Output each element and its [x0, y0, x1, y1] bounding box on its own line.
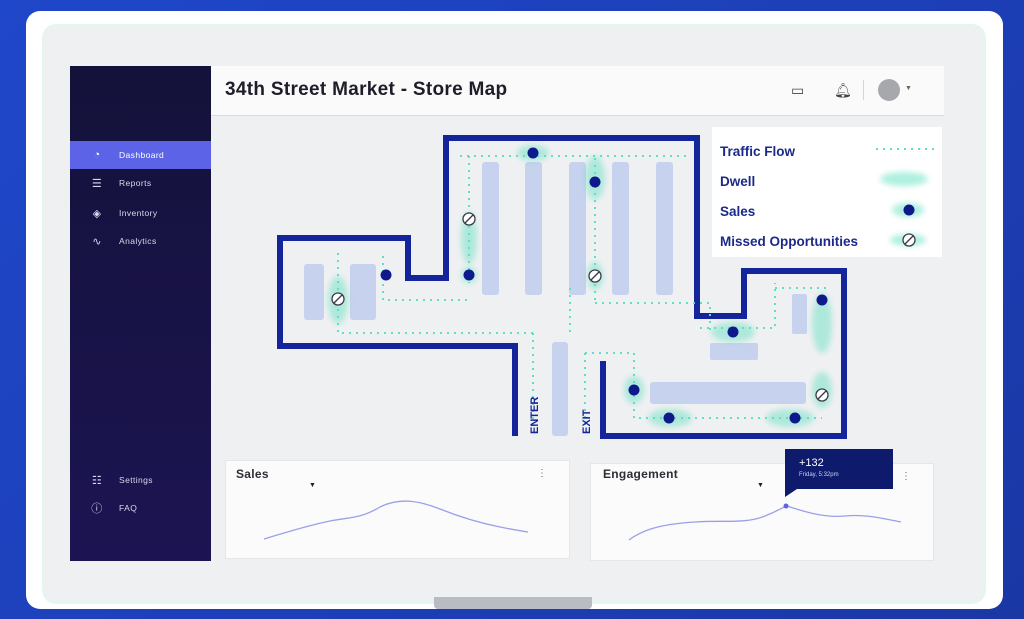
engagement-highlight-point — [783, 503, 789, 509]
chevron-down-icon[interactable]: ▼ — [757, 482, 764, 489]
page-title: 34th Street Market - Store Map — [225, 79, 508, 100]
tooltip-tail — [785, 489, 797, 497]
sidebar-item-faq[interactable]: ⓘ FAQ — [70, 494, 211, 522]
gauge-icon: ◔ — [93, 149, 101, 161]
sliders-icon: ☷ — [91, 474, 103, 487]
sidebar-item-reports[interactable]: ☰ Reports — [70, 169, 211, 197]
avatar[interactable] — [878, 79, 900, 101]
header-divider — [863, 80, 864, 100]
engagement-tooltip: +132 Friday, 5:32pm — [785, 449, 893, 497]
sidebar-item-label: Dashboard — [119, 150, 165, 160]
sidebar-item-settings[interactable]: ☷ Settings — [70, 466, 211, 494]
legend-label-sales: Sales — [720, 204, 756, 219]
sidebar: ◔ Dashboard ☰ Reports ◈ Inventory ∿ Anal… — [70, 66, 211, 561]
list-icon: ☰ — [91, 177, 103, 190]
more-icon[interactable]: ⋮ — [901, 471, 911, 482]
sidebar-item-label: Analytics — [119, 236, 157, 246]
sidebar-item-dashboard[interactable]: ◔ Dashboard — [70, 141, 211, 169]
sidebar-item-analytics[interactable]: ∿ Analytics — [70, 227, 211, 255]
sales-sparkline — [263, 500, 529, 540]
sidebar-item-label: Settings — [119, 475, 153, 485]
legend-label-traffic-flow: Traffic Flow — [720, 144, 796, 159]
chevron-down-icon[interactable]: ▼ — [309, 482, 316, 489]
sidebar-item-label: Inventory — [119, 208, 158, 218]
sidebar-item-label: Reports — [119, 178, 152, 188]
sales-swatch — [903, 204, 915, 216]
sales-card: Sales ▼ ⋮ — [225, 460, 570, 559]
more-icon[interactable]: ⋮ — [537, 468, 547, 479]
bell-icon[interactable]: 🔔︎ — [834, 82, 852, 99]
monitor-stand — [434, 597, 592, 609]
legend-label-dwell: Dwell — [720, 174, 756, 189]
sidebar-item-label: FAQ — [119, 503, 138, 513]
engagement-sparkline — [628, 503, 902, 541]
sidebar-item-inventory[interactable]: ◈ Inventory — [70, 199, 211, 227]
chevron-down-icon[interactable]: ▼ — [905, 85, 912, 92]
header-bar: 34th Street Market - Store Map ▭ 🔔︎ ▼ — [211, 66, 944, 116]
tooltip-subtitle: Friday, 5:32pm — [799, 472, 839, 478]
entrance-label: ENTER — [529, 397, 541, 434]
pulse-icon: ∿ — [92, 235, 102, 248]
layers-icon: ◈ — [92, 207, 102, 220]
calendar-icon[interactable]: ▭ — [791, 82, 804, 99]
dwell-swatch — [880, 172, 928, 186]
info-icon: ⓘ — [91, 503, 103, 515]
map-legend: Traffic Flow Dwell Sales Missed Opportun… — [712, 127, 942, 257]
tooltip-value: +132 — [799, 457, 824, 469]
engagement-card-title: Engagement — [603, 467, 679, 481]
sales-card-title: Sales — [236, 467, 269, 481]
exit-label: EXIT — [581, 409, 593, 434]
legend-swatches — [876, 148, 938, 247]
legend-label-missed-opportunities: Missed Opportunities — [720, 234, 859, 249]
